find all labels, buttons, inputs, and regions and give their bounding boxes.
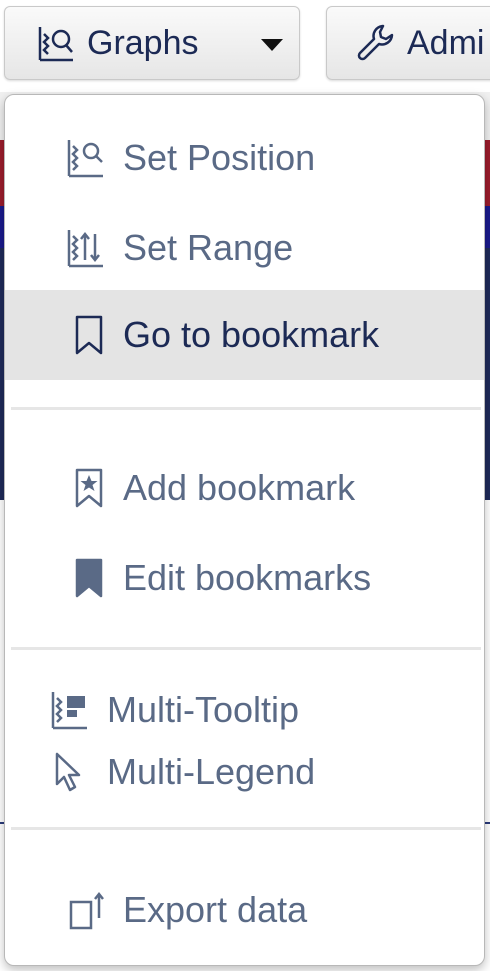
menu-item-export-data[interactable]: Export data (5, 865, 484, 955)
menu-item-label: Go to bookmark (123, 314, 380, 355)
menu-item-multi-legend[interactable]: Multi-Legend (5, 739, 484, 805)
set-position-icon (67, 140, 103, 178)
graph-search-icon (38, 27, 73, 62)
menu-item-label: Multi-Tooltip (107, 689, 300, 730)
menu-divider (11, 407, 481, 410)
menu-item-set-range[interactable]: Set Range (5, 203, 484, 293)
wrench-icon (357, 24, 394, 61)
set-range-icon (67, 230, 103, 268)
menu-item-label: Set Range (123, 227, 294, 268)
menu-divider (11, 827, 481, 830)
cursor-icon (55, 752, 81, 792)
menu-item-add-bookmark[interactable]: Add bookmark (5, 443, 484, 533)
admin-label: Admi (407, 23, 485, 62)
menu-item-label: Edit bookmarks (123, 557, 372, 598)
menu-item-label: Set Position (123, 137, 316, 178)
chevron-down-icon (261, 39, 283, 51)
menu-item-label: Export data (123, 889, 308, 930)
admin-menu-button[interactable]: Admi (326, 6, 490, 80)
edit-bookmarks-icon (75, 558, 103, 598)
menu-item-multi-tooltip[interactable]: Multi-Tooltip (5, 677, 484, 743)
menu-divider (11, 647, 481, 650)
export-icon (69, 891, 104, 930)
page: Graphs Admi Set Position Set Range Go to… (0, 0, 490, 971)
toolbar: Graphs Admi (0, 0, 490, 92)
graphs-menu-button[interactable]: Graphs (4, 6, 300, 80)
graphs-label: Graphs (87, 23, 199, 62)
menu-item-go-to-bookmark[interactable]: Go to bookmark (5, 290, 484, 380)
add-bookmark-icon (75, 468, 103, 508)
menu-item-label: Add bookmark (123, 467, 356, 508)
bookmark-icon (75, 315, 103, 355)
menu-item-set-position[interactable]: Set Position (5, 113, 484, 203)
menu-item-label: Multi-Legend (107, 751, 316, 792)
graphs-dropdown-menu: Set Position Set Range Go to bookmark Ad… (4, 94, 485, 966)
menu-item-edit-bookmarks[interactable]: Edit bookmarks (5, 533, 484, 623)
multi-tooltip-icon (51, 692, 87, 730)
